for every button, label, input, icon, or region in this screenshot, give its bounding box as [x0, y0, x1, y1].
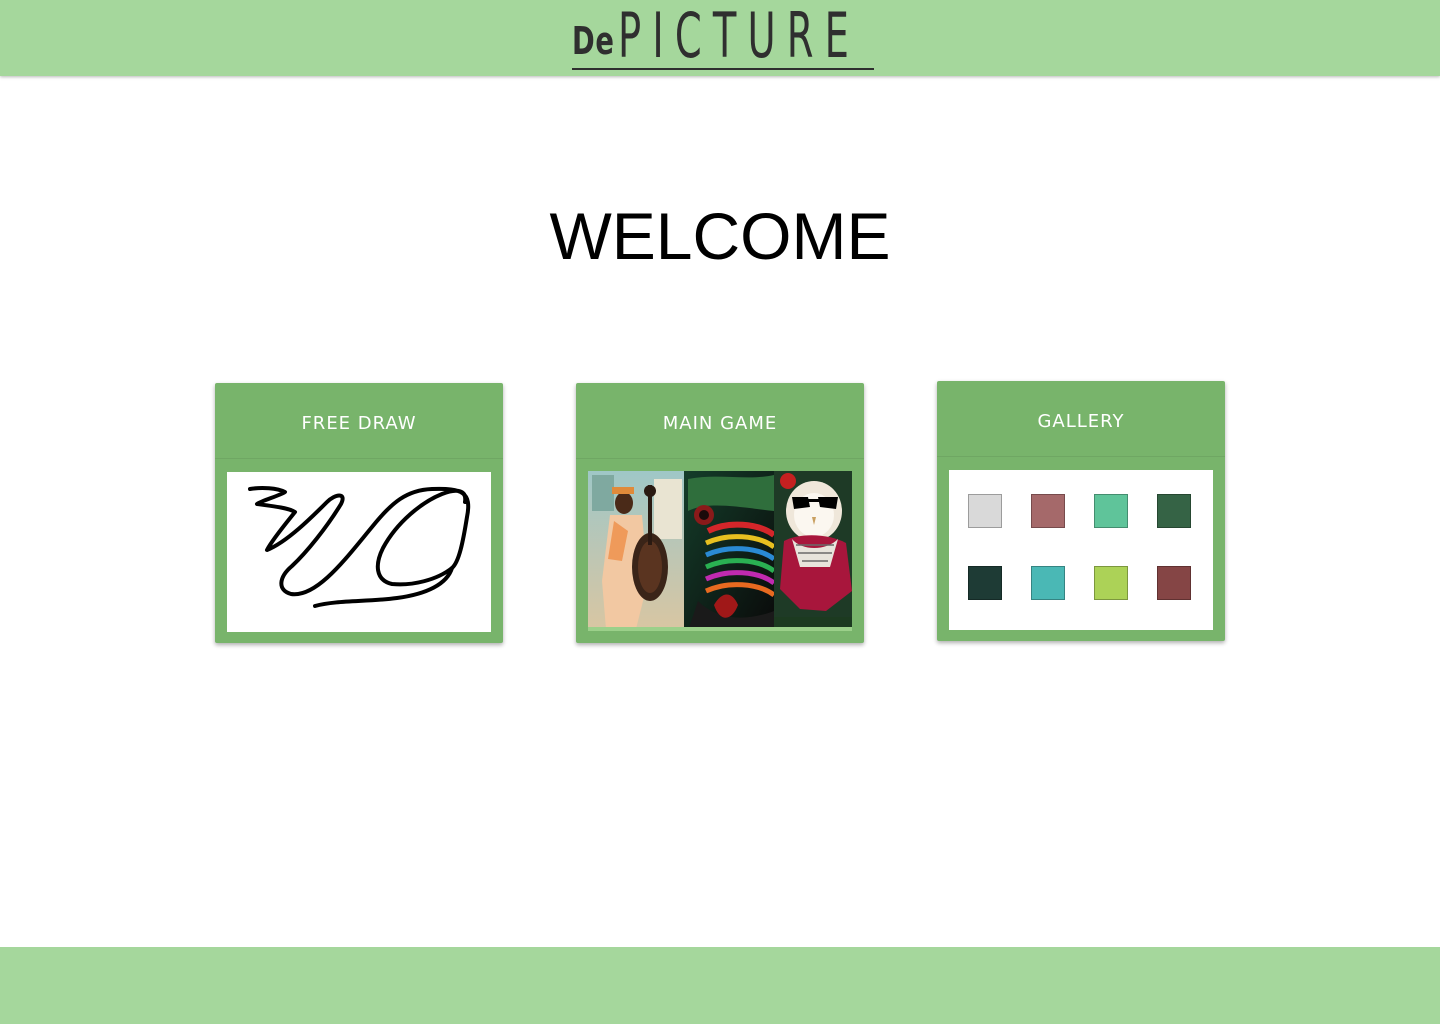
main-game-card[interactable]: MAIN GAME — [576, 383, 864, 643]
logo-prefix: De — [572, 19, 615, 63]
gallery-swatch — [1157, 566, 1191, 600]
gallery-swatch — [968, 566, 1002, 600]
header-bar: De PICTURE — [0, 0, 1440, 76]
main-game-title[interactable]: MAIN GAME — [576, 383, 864, 459]
gallery-title[interactable]: GALLERY — [937, 381, 1225, 457]
gallery-swatch — [1094, 494, 1128, 528]
depicture-logo[interactable]: De PICTURE — [572, 0, 874, 70]
free-draw-card[interactable]: FREE DRAW — [215, 383, 503, 643]
gallery-swatch — [1157, 494, 1191, 528]
artwork-collage-image — [588, 471, 852, 631]
gallery-swatch — [1094, 566, 1128, 600]
welcome-heading: WELCOME — [549, 199, 891, 273]
gallery-swatch — [968, 494, 1002, 528]
free-draw-title[interactable]: FREE DRAW — [215, 383, 503, 459]
gallery-card[interactable]: GALLERY — [937, 381, 1225, 641]
gallery-swatch — [1031, 566, 1065, 600]
free-draw-preview — [227, 472, 491, 632]
footer-bar — [0, 947, 1440, 1024]
gallery-swatch — [1031, 494, 1065, 528]
main-game-artwork — [588, 471, 852, 631]
logo-main: PICTURE — [618, 0, 861, 72]
scribble-drawing-icon — [248, 486, 471, 608]
gallery-swatch-grid — [949, 470, 1213, 630]
